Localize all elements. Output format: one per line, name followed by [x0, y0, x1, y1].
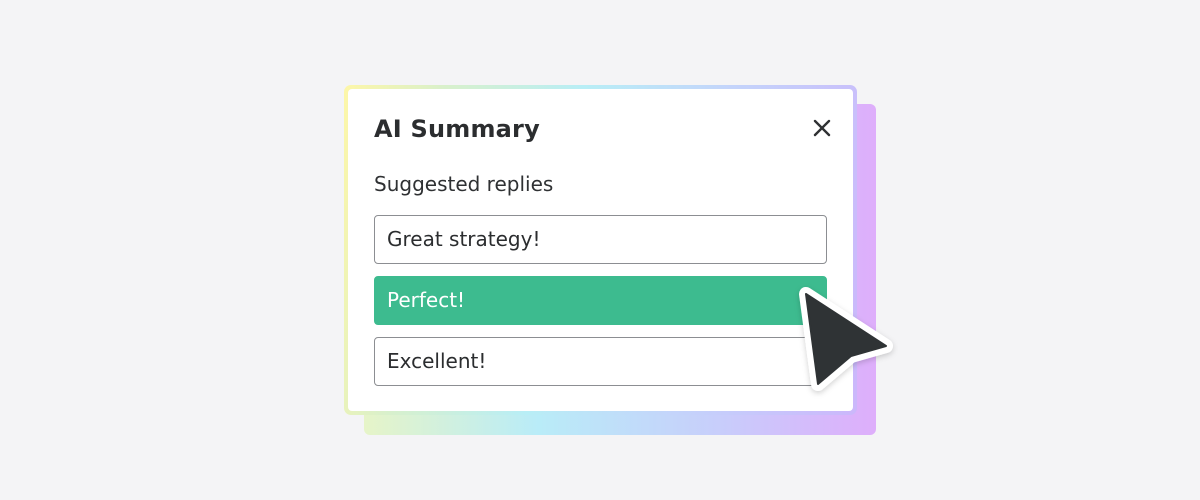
close-icon [813, 119, 831, 137]
reply-option-perfect[interactable]: Perfect! [374, 276, 827, 325]
mouse-pointer-icon [799, 287, 893, 391]
close-button[interactable] [809, 115, 835, 141]
reply-option-excellent[interactable]: Excellent! [374, 337, 827, 386]
dialog-title: AI Summary [374, 115, 540, 143]
suggested-replies-label: Suggested replies [374, 172, 554, 196]
ai-summary-dialog: AI Summary Suggested replies Great strat… [348, 89, 853, 411]
reply-option-great-strategy[interactable]: Great strategy! [374, 215, 827, 264]
ai-summary-dialog-frame: AI Summary Suggested replies Great strat… [344, 85, 857, 415]
